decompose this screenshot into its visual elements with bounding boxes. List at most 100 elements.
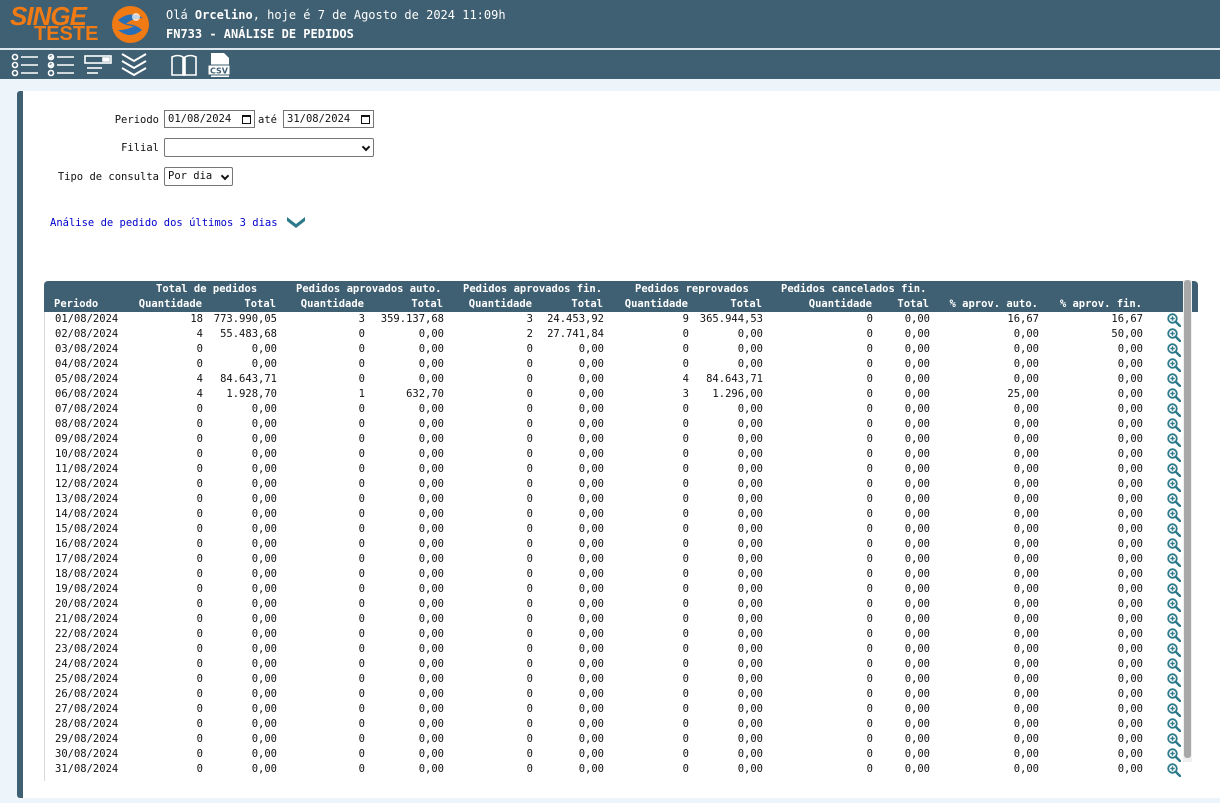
cell-qtd-aprov-fin: 0 xyxy=(526,388,533,400)
csv-icon[interactable]: CSV xyxy=(206,52,234,78)
table-row: 27/08/2024 0 0,00 0 0,00 0 0,00 0 0,00 0 0,00 0,00 0… xyxy=(45,702,1199,718)
cell-periodo: 23/08/2024 xyxy=(55,643,119,655)
zoom-in-icon[interactable] xyxy=(1167,733,1182,748)
zoom-in-icon[interactable] xyxy=(1167,748,1182,763)
table-row: 16/08/2024 0 0,00 0 0,00 0 0,00 0 0,00 0 0,00 0,00 0… xyxy=(45,537,1199,553)
cell-total-reprov: 0,00 xyxy=(737,418,763,430)
app-header: SINGE TESTE Olá Orcelino, hoje é 7 de Ag… xyxy=(0,0,1220,48)
zoom-in-icon[interactable] xyxy=(1167,373,1182,388)
zoom-in-icon[interactable] xyxy=(1167,313,1182,328)
cell-qtd-aprov-fin: 0 xyxy=(526,628,533,640)
cell-total: 0,00 xyxy=(251,748,277,760)
cell-total-reprov: 0,00 xyxy=(737,568,763,580)
cell-qtd-aprov-auto: 0 xyxy=(358,643,365,655)
expand-chevron-icon[interactable] xyxy=(287,215,305,229)
zoom-in-icon[interactable] xyxy=(1167,538,1182,553)
cell-total-reprov: 365.944,53 xyxy=(699,313,763,325)
cell-periodo: 13/08/2024 xyxy=(55,493,119,505)
checklist-icon[interactable] xyxy=(47,52,75,78)
cell-qtd-aprov-auto: 0 xyxy=(358,358,365,370)
zoom-in-icon[interactable] xyxy=(1167,403,1182,418)
cell-total-aprov-auto: 0,00 xyxy=(418,508,444,520)
cell-qtd-aprov-fin: 0 xyxy=(526,583,533,595)
cell-periodo: 03/08/2024 xyxy=(55,343,119,355)
chevron-down-icon xyxy=(220,171,230,181)
zoom-in-icon[interactable] xyxy=(1167,763,1182,778)
cell-perc-aprov-auto: 0,00 xyxy=(1013,508,1039,520)
cell-total-aprov-auto: 0,00 xyxy=(418,373,444,385)
list-icon[interactable] xyxy=(11,52,39,78)
cell-total-reprov: 0,00 xyxy=(737,328,763,340)
cell-perc-aprov-auto: 0,00 xyxy=(1013,448,1039,460)
zoom-in-icon[interactable] xyxy=(1167,433,1182,448)
tipo-consulta-select[interactable]: Por dia xyxy=(164,167,233,186)
cell-total-aprov-auto: 0,00 xyxy=(418,658,444,670)
table-row: 06/08/2024 4 1.928,70 1 632,70 0 0,00 3 1.296,00… xyxy=(45,387,1199,403)
column-header-perc-aprov-auto: % aprov. auto. xyxy=(949,298,1038,310)
greeting-text: Olá Orcelino, hoje é 7 de Agosto de 2024… xyxy=(166,8,506,22)
cell-qtd-cancel: 0 xyxy=(866,448,873,460)
cell-qtd-reprov: 0 xyxy=(682,358,689,370)
collapse-icon[interactable] xyxy=(120,52,148,78)
cell-qtd-total: 0 xyxy=(196,463,203,475)
cell-total-aprov-fin: 0,00 xyxy=(578,598,604,610)
table-row: 10/08/2024 0 0,00 0 0,00 0 0,00 0 0,00 0 0,00 0,00 0… xyxy=(45,447,1199,463)
cell-total-aprov-auto: 0,00 xyxy=(418,328,444,340)
book-icon[interactable] xyxy=(170,52,198,78)
zoom-in-icon[interactable] xyxy=(1167,613,1182,628)
cell-perc-aprov-fin: 0,00 xyxy=(1117,358,1143,370)
periodo-inicio-input[interactable]: 01/08/2024 xyxy=(164,110,255,128)
zoom-in-icon[interactable] xyxy=(1167,568,1182,583)
zoom-in-icon[interactable] xyxy=(1167,508,1182,523)
zoom-in-icon[interactable] xyxy=(1167,523,1182,538)
calendar-icon[interactable] xyxy=(242,115,251,124)
zoom-in-icon[interactable] xyxy=(1167,688,1182,703)
zoom-in-icon[interactable] xyxy=(1167,553,1182,568)
zoom-in-icon[interactable] xyxy=(1167,418,1182,433)
cell-total: 0,00 xyxy=(251,553,277,565)
zoom-in-icon[interactable] xyxy=(1167,463,1182,478)
vertical-scrollbar[interactable] xyxy=(1183,280,1192,762)
zoom-in-icon[interactable] xyxy=(1167,673,1182,688)
zoom-in-icon[interactable] xyxy=(1167,343,1182,358)
zoom-in-icon[interactable] xyxy=(1167,598,1182,613)
cell-qtd-reprov: 0 xyxy=(682,658,689,670)
filial-select[interactable] xyxy=(164,138,374,157)
cell-qtd-aprov-fin: 0 xyxy=(526,358,533,370)
zoom-in-icon[interactable] xyxy=(1167,658,1182,673)
cell-qtd-aprov-fin: 0 xyxy=(526,658,533,670)
zoom-in-icon[interactable] xyxy=(1167,583,1182,598)
cell-perc-aprov-fin: 0,00 xyxy=(1117,688,1143,700)
cell-perc-aprov-fin: 0,00 xyxy=(1117,568,1143,580)
zoom-in-icon[interactable] xyxy=(1167,628,1182,643)
table-row: 30/08/2024 0 0,00 0 0,00 0 0,00 0 0,00 0 0,00 0,00 0… xyxy=(45,747,1199,763)
cell-qtd-reprov: 0 xyxy=(682,508,689,520)
zoom-in-icon[interactable] xyxy=(1167,448,1182,463)
cell-total-aprov-fin: 0,00 xyxy=(578,553,604,565)
cell-qtd-reprov: 0 xyxy=(682,553,689,565)
cell-qtd-aprov-auto: 0 xyxy=(358,763,365,775)
scrollbar-thumb[interactable] xyxy=(1184,280,1191,758)
column-header-total-reprov: Total xyxy=(730,298,762,310)
zoom-in-icon[interactable] xyxy=(1167,388,1182,403)
zoom-in-icon[interactable] xyxy=(1167,328,1182,343)
form-icon[interactable] xyxy=(84,52,112,78)
cell-total-aprov-auto: 0,00 xyxy=(418,358,444,370)
analise-ultimos-dias-link[interactable]: Análise de pedido dos últimos 3 dias xyxy=(50,217,278,229)
zoom-in-icon[interactable] xyxy=(1167,478,1182,493)
cell-perc-aprov-fin: 0,00 xyxy=(1117,718,1143,730)
cell-total-cancel: 0,00 xyxy=(904,538,930,550)
table-row: 18/08/2024 0 0,00 0 0,00 0 0,00 0 0,00 0 0,00 0,00 0… xyxy=(45,567,1199,583)
cell-qtd-aprov-auto: 0 xyxy=(358,328,365,340)
zoom-in-icon[interactable] xyxy=(1167,643,1182,658)
calendar-icon[interactable] xyxy=(361,115,370,124)
zoom-in-icon[interactable] xyxy=(1167,493,1182,508)
zoom-in-icon[interactable] xyxy=(1167,358,1182,373)
periodo-fim-input[interactable]: 31/08/2024 xyxy=(283,110,374,128)
cell-qtd-aprov-fin: 0 xyxy=(526,733,533,745)
zoom-in-icon[interactable] xyxy=(1167,703,1182,718)
cell-total-cancel: 0,00 xyxy=(904,568,930,580)
cell-total-aprov-fin: 0,00 xyxy=(578,688,604,700)
cell-qtd-total: 0 xyxy=(196,568,203,580)
zoom-in-icon[interactable] xyxy=(1167,718,1182,733)
